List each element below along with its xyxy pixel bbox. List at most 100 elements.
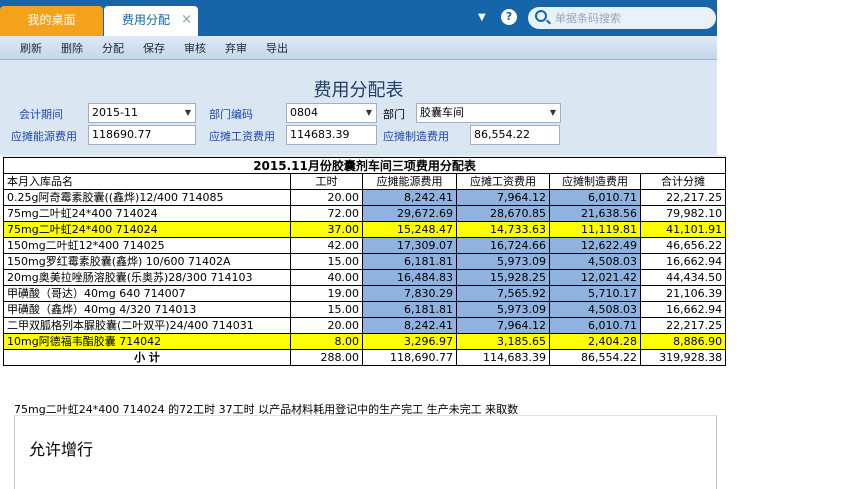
total-cell[interactable]: 46,656.22	[639, 237, 727, 254]
unapprove-button[interactable]: 弃审	[225, 40, 247, 56]
energy-cell[interactable]: 16,484.83	[362, 269, 457, 286]
product-name-cell[interactable]: 75mg二叶虹24*400 714024	[3, 221, 291, 238]
wage-cell[interactable]: 3,185.65	[456, 333, 550, 350]
total-cell[interactable]: 22,217.25	[639, 189, 727, 206]
approve-button[interactable]: 审核	[184, 40, 206, 56]
chevron-down-icon[interactable]: ▼	[366, 104, 372, 122]
mfg-cell[interactable]: 4,508.03	[549, 301, 641, 318]
total-cell[interactable]: 16,662.94	[639, 301, 727, 318]
save-button[interactable]: 保存	[143, 40, 165, 56]
table-row[interactable]: 甲磺酸（哥达）40mg 640 714007 19.00 7,830.29 7,565…	[3, 285, 727, 302]
close-icon[interactable]: ×	[181, 6, 192, 34]
table-row[interactable]: 20mg奥美拉唑肠溶胶囊(乐奥苏)28/300 714103 40.00 16,48…	[3, 269, 727, 286]
hours-cell[interactable]: 20.00	[290, 317, 363, 334]
mfg-cell[interactable]: 5,710.17	[549, 285, 641, 302]
product-name-cell[interactable]: 20mg奥美拉唑肠溶胶囊(乐奥苏)28/300 714103	[3, 269, 291, 286]
tab-cost-allocation[interactable]: 费用分配 ×	[104, 6, 198, 36]
wage-cell[interactable]: 5,973.09	[456, 301, 550, 318]
total-cell[interactable]: 44,434.50	[639, 269, 727, 286]
subtotal-hours: 288.00	[290, 349, 363, 366]
energy-cell[interactable]: 8,242.41	[362, 317, 457, 334]
product-name-cell[interactable]: 150mg二叶虹12*400 714025	[3, 237, 291, 254]
header-energy: 应摊能源费用	[362, 173, 457, 190]
hours-cell[interactable]: 8.00	[290, 333, 363, 350]
mfg-cell[interactable]: 21,638.56	[549, 205, 641, 222]
product-name-cell[interactable]: 二甲双胍格列本脲胶囊(二叶双平)24/400 714031	[3, 317, 291, 334]
mfg-cell[interactable]: 4,508.03	[549, 253, 641, 270]
search-input[interactable]	[555, 9, 710, 27]
mfg-cell[interactable]: 12,622.49	[549, 237, 641, 254]
hours-cell[interactable]: 37.00	[290, 221, 363, 238]
total-cell[interactable]: 16,662.94	[639, 253, 727, 270]
wage-field[interactable]: 114683.39	[286, 125, 377, 145]
wage-cell[interactable]: 7,964.12	[456, 317, 550, 334]
table-row[interactable]: 75mg二叶虹24*400 714024 37.00 15,248.47 14,733…	[3, 221, 727, 238]
delete-button[interactable]: 删除	[61, 40, 83, 56]
wage-cell[interactable]: 7,964.12	[456, 189, 550, 206]
table-row[interactable]: 150mg罗红霉素胶囊(鑫烨) 10/600 71402A 15.00 6,181.…	[3, 253, 727, 270]
energy-cell[interactable]: 17,309.07	[362, 237, 457, 254]
table-row[interactable]: 150mg二叶虹12*400 714025 42.00 17,309.07 16,72…	[3, 237, 727, 254]
mfg-cell[interactable]: 6,010.71	[549, 317, 641, 334]
product-name-cell[interactable]: 150mg罗红霉素胶囊(鑫烨) 10/600 71402A	[3, 253, 291, 270]
dept-code-select[interactable]: 0804 ▼	[286, 103, 377, 123]
product-name-cell[interactable]: 甲磺酸（哥达）40mg 640 714007	[3, 285, 291, 302]
mfg-cell[interactable]: 12,021.42	[549, 269, 641, 286]
wage-cell[interactable]: 5,973.09	[456, 253, 550, 270]
product-name-cell[interactable]: 0.25g阿奇霉素胶囊((鑫烨)12/400 714085	[3, 189, 291, 206]
total-cell[interactable]: 79,982.10	[639, 205, 727, 222]
table-title: 2015.11月份胶囊剂车间三项费用分配表	[2, 157, 727, 174]
product-name-cell[interactable]: 10mg阿德福韦酯胶囊 714042	[3, 333, 291, 350]
total-cell[interactable]: 21,106.39	[639, 285, 727, 302]
energy-cell[interactable]: 15,248.47	[362, 221, 457, 238]
table-row[interactable]: 75mg二叶虹24*400 714024 72.00 29,672.69 28,670…	[3, 205, 727, 222]
energy-cell[interactable]: 6,181.81	[362, 301, 457, 318]
product-name-cell[interactable]: 75mg二叶虹24*400 714024	[3, 205, 291, 222]
total-cell[interactable]: 8,886.90	[639, 333, 727, 350]
chevron-down-icon[interactable]: ▼	[185, 104, 191, 122]
energy-cell[interactable]: 3,296.97	[362, 333, 457, 350]
subtotal-wage: 114,683.39	[456, 349, 550, 366]
table-row[interactable]: 10mg阿德福韦酯胶囊 714042 8.00 3,296.97 3,185.65 2,…	[3, 333, 727, 350]
period-select[interactable]: 2015-11 ▼	[88, 103, 196, 123]
energy-cell[interactable]: 7,830.29	[362, 285, 457, 302]
spreadsheet[interactable]: 2015.11月份胶囊剂车间三项费用分配表 本月入库品名 工时 应摊能源费用 应…	[2, 155, 727, 380]
subtotal-label: 小 计	[3, 349, 291, 366]
mfg-cell[interactable]: 2,404.28	[549, 333, 641, 350]
tab-home[interactable]: 我的桌面	[0, 6, 103, 36]
chevron-down-icon[interactable]: ▼	[478, 12, 486, 23]
hours-cell[interactable]: 42.00	[290, 237, 363, 254]
mfg-cell[interactable]: 11,119.81	[549, 221, 641, 238]
wage-cell[interactable]: 15,928.25	[456, 269, 550, 286]
mfg-cell[interactable]: 6,010.71	[549, 189, 641, 206]
product-name-cell[interactable]: 甲磺酸（鑫烨）40mg 4/320 714013	[3, 301, 291, 318]
energy-cell[interactable]: 8,242.41	[362, 189, 457, 206]
total-cell[interactable]: 41,101.91	[639, 221, 727, 238]
export-button[interactable]: 导出	[266, 40, 288, 56]
energy-field[interactable]: 118690.77	[88, 125, 196, 145]
hours-cell[interactable]: 20.00	[290, 189, 363, 206]
search-icon[interactable]	[535, 10, 547, 22]
wage-cell[interactable]: 7,565.92	[456, 285, 550, 302]
energy-cell[interactable]: 6,181.81	[362, 253, 457, 270]
hours-cell[interactable]: 15.00	[290, 253, 363, 270]
chevron-down-icon[interactable]: ▼	[550, 104, 556, 122]
hours-cell[interactable]: 72.00	[290, 205, 363, 222]
table-title-row: 2015.11月份胶囊剂车间三项费用分配表	[2, 157, 727, 174]
total-cell[interactable]: 22,217.25	[639, 317, 727, 334]
wage-cell[interactable]: 16,724.66	[456, 237, 550, 254]
wage-cell[interactable]: 14,733.63	[456, 221, 550, 238]
help-icon[interactable]: ?	[501, 9, 517, 25]
energy-cell[interactable]: 29,672.69	[362, 205, 457, 222]
hours-cell[interactable]: 40.00	[290, 269, 363, 286]
hours-cell[interactable]: 15.00	[290, 301, 363, 318]
hours-cell[interactable]: 19.00	[290, 285, 363, 302]
table-row[interactable]: 甲磺酸（鑫烨）40mg 4/320 714013 15.00 6,181.81 5,9…	[3, 301, 727, 318]
allocate-button[interactable]: 分配	[102, 40, 124, 56]
table-row[interactable]: 二甲双胍格列本脲胶囊(二叶双平)24/400 714031 20.00 8,242.…	[3, 317, 727, 334]
mfg-field[interactable]: 86,554.22	[470, 125, 560, 145]
table-row[interactable]: 0.25g阿奇霉素胶囊((鑫烨)12/400 714085 20.00 8,242.…	[3, 189, 727, 206]
dept-select[interactable]: 胶囊车间 ▼	[416, 103, 561, 123]
wage-cell[interactable]: 28,670.85	[456, 205, 550, 222]
refresh-button[interactable]: 刷新	[20, 40, 42, 56]
